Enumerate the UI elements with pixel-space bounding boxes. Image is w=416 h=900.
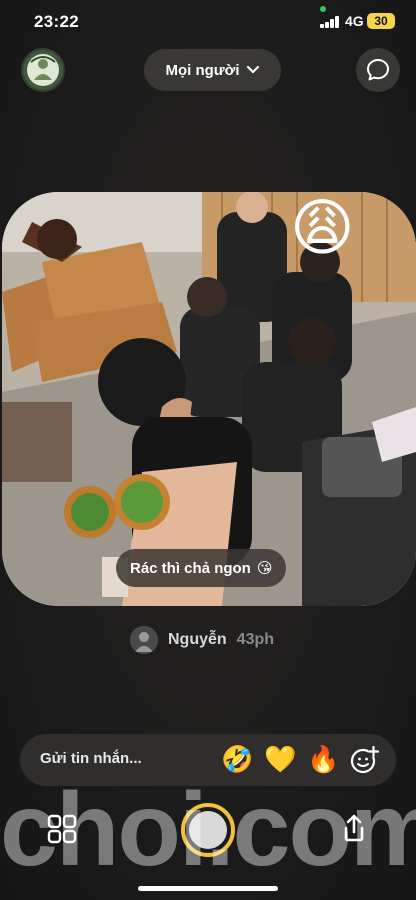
chat-bubble-icon <box>367 59 389 81</box>
chat-button[interactable] <box>356 48 400 92</box>
status-bar: 23:22 4G 30 <box>0 0 416 44</box>
share-button[interactable] <box>338 812 370 849</box>
message-bar: Gửi tin nhắn... 🤣 💛 🔥 <box>20 734 396 786</box>
grid-icon <box>47 814 77 844</box>
author-avatar-icon <box>130 626 158 654</box>
add-reaction-button[interactable] <box>348 744 380 776</box>
overlay-emoji: 😩 <box>290 194 355 263</box>
camera-indicator-icon <box>320 6 326 12</box>
profile-avatar[interactable] <box>21 48 65 92</box>
shutter-button[interactable] <box>181 803 235 857</box>
audience-label: Mọi người <box>165 61 240 79</box>
author-name[interactable]: Nguyễn <box>168 631 227 649</box>
shutter-inner <box>189 811 227 849</box>
reaction-rofl-button[interactable]: 🤣 <box>221 744 253 774</box>
network-type: 4G <box>345 13 364 29</box>
home-indicator[interactable] <box>138 886 278 891</box>
battery-icon: 30 <box>367 13 395 29</box>
share-icon <box>344 814 364 842</box>
chevron-down-icon <box>246 65 259 74</box>
caption-text: Rác thì chả ngon <box>130 559 251 577</box>
post-time: 43ph <box>236 631 275 648</box>
grid-button[interactable] <box>46 813 78 850</box>
author-row[interactable]: Nguyễn 43ph <box>130 626 274 654</box>
status-time: 23:22 <box>34 12 79 31</box>
author-avatar[interactable] <box>130 626 158 654</box>
post-photo[interactable]: 😩 <box>2 192 416 606</box>
caption-pill: Rác thì chả ngon 😘 <box>116 549 287 587</box>
reaction-fire-button[interactable]: 🔥 <box>307 744 339 774</box>
add-emoji-icon <box>350 745 380 774</box>
caption-emoji: 😘 <box>256 560 273 577</box>
audience-selector[interactable]: Mọi người <box>144 49 281 91</box>
signal-icon <box>320 16 340 28</box>
user-avatar-icon <box>23 50 63 90</box>
message-input[interactable]: Gửi tin nhắn... <box>40 750 142 767</box>
reaction-heart-button[interactable]: 💛 <box>264 744 296 774</box>
